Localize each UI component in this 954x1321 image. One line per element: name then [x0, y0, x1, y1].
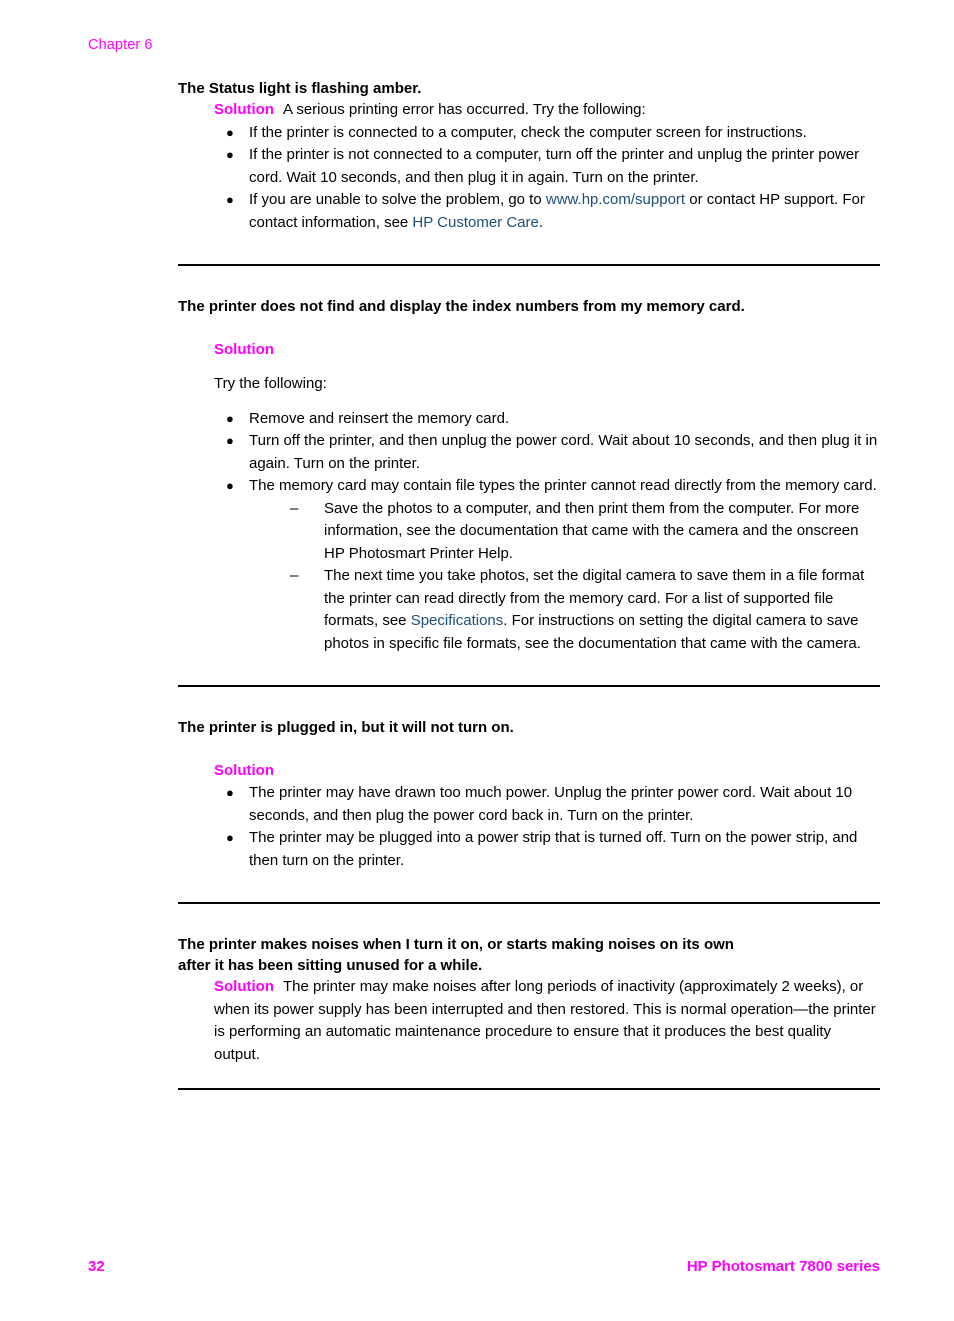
section-heading: The printer does not find and display th… — [178, 298, 745, 315]
footer-page-number: 32 — [88, 1258, 105, 1275]
solution-label: Solution — [214, 341, 274, 358]
section-heading-line-1: The printer makes noises when I turn it … — [178, 936, 734, 953]
list-item-text: The printer may be plugged into a power … — [249, 829, 858, 869]
dash-icon: – — [290, 567, 299, 584]
section-printer-does-not-find-index-numbers: The printer does not find and display th… — [178, 296, 880, 717]
list-item-text: . — [538, 213, 544, 231]
solution-intro-text: Try the following: — [214, 375, 327, 392]
section-heading: The printer is plugged in, but it will n… — [178, 719, 514, 736]
bullet-icon: ● — [226, 192, 234, 207]
list-item-text: Remove and reinsert the memory card. — [249, 409, 510, 427]
bullet-icon: ● — [226, 433, 234, 448]
sub-list-item-text: Save the photos to a computer, and then … — [324, 499, 860, 562]
solution-label: Solution — [214, 762, 274, 779]
list-item: ● If the printer is connected to a comput… — [214, 122, 880, 145]
sub-list-item: – The next time you take photos, set the … — [287, 565, 880, 655]
bullet-icon: ● — [226, 410, 234, 426]
list-item: ● The memory card may contain file types … — [214, 475, 880, 655]
document-page: Chapter 6 The Status light is flashing a… — [0, 0, 954, 1321]
section-printer-plugged-in-will-not-turn-on: The printer is plugged in, but it will n… — [178, 717, 880, 934]
solution-block: Solution Try the following: ● Remove and … — [214, 339, 880, 655]
page-content: The Status light is flashing amber. Solu… — [178, 78, 880, 1090]
list-item: ● Remove and reinsert the memory card. — [214, 408, 880, 431]
link-specifications[interactable]: Specifications — [411, 612, 504, 629]
solution-paragraph: Solution The printer may make noises afte… — [214, 976, 880, 1066]
solution-block: Solution The printer may make noises afte… — [214, 976, 880, 1066]
bullet-icon: ● — [226, 830, 234, 845]
section-heading-line-2: after it has been sitting unused for a w… — [178, 957, 483, 974]
list-item: ● The printer may be plugged into a power… — [214, 827, 880, 872]
section-status-light-flashing-amber: The Status light is flashing amber. Solu… — [178, 78, 880, 296]
sub-list: – Save the photos to a computer, and then… — [287, 498, 880, 656]
dash-icon: – — [290, 499, 299, 517]
solution-paragraph: Solution A serious printing error has occ… — [214, 99, 880, 122]
solution-bullet-list: ● Remove and reinsert the memory card. ● T… — [214, 408, 880, 656]
footer-product-name: HP Photosmart 7800 series — [686, 1258, 880, 1275]
page-footer: 32 HP Photosmart 7800 series — [88, 1258, 880, 1275]
section-printer-makes-noises: The printer makes noises when I turn it … — [178, 934, 880, 1090]
link-hp-customer-care[interactable]: HP Customer Care — [412, 214, 538, 231]
list-item-text: If the printer is connected to a compute… — [249, 123, 807, 141]
solution-label: Solution — [214, 101, 274, 118]
solution-text: The printer may make noises after long p… — [214, 978, 876, 1063]
list-item: ● If you are unable to solve the problem,… — [214, 189, 880, 234]
bullet-icon: ● — [226, 785, 234, 800]
sub-list-item: – Save the photos to a computer, and then… — [287, 498, 880, 566]
list-item-text: The memory card may contain file types t… — [249, 477, 877, 494]
solution-block: Solution A serious printing error has occ… — [214, 99, 880, 234]
list-item-text: The printer may have drawn too much powe… — [249, 784, 853, 824]
section-divider — [178, 1088, 880, 1090]
solution-text: A serious printing error has occurred. T… — [283, 101, 646, 118]
list-item: ● If the printer is not connected to a co… — [214, 144, 880, 189]
section-heading: The Status light is flashing amber. — [178, 80, 422, 97]
bullet-icon: ● — [226, 124, 234, 140]
bullet-icon: ● — [226, 147, 234, 162]
list-item: ● Turn off the printer, and then unplug t… — [214, 430, 880, 475]
bullet-icon: ● — [226, 478, 234, 493]
solution-bullet-list: ● If the printer is connected to a comput… — [214, 122, 880, 235]
link-hp-support-url[interactable]: www.hp.com/support — [546, 191, 685, 208]
solution-label: Solution — [214, 978, 274, 995]
list-item: ● The printer may have drawn too much pow… — [214, 782, 880, 827]
list-item-text: If the printer is not connected to a com… — [249, 146, 860, 186]
solution-bullet-list: ● The printer may have drawn too much pow… — [214, 782, 880, 872]
list-item-text: Turn off the printer, and then unplug th… — [249, 432, 878, 472]
list-item-text: If you are unable to solve the problem, … — [249, 191, 546, 208]
running-header-chapter: Chapter 6 — [88, 37, 153, 53]
solution-block: Solution ● The printer may have drawn too… — [214, 760, 880, 872]
